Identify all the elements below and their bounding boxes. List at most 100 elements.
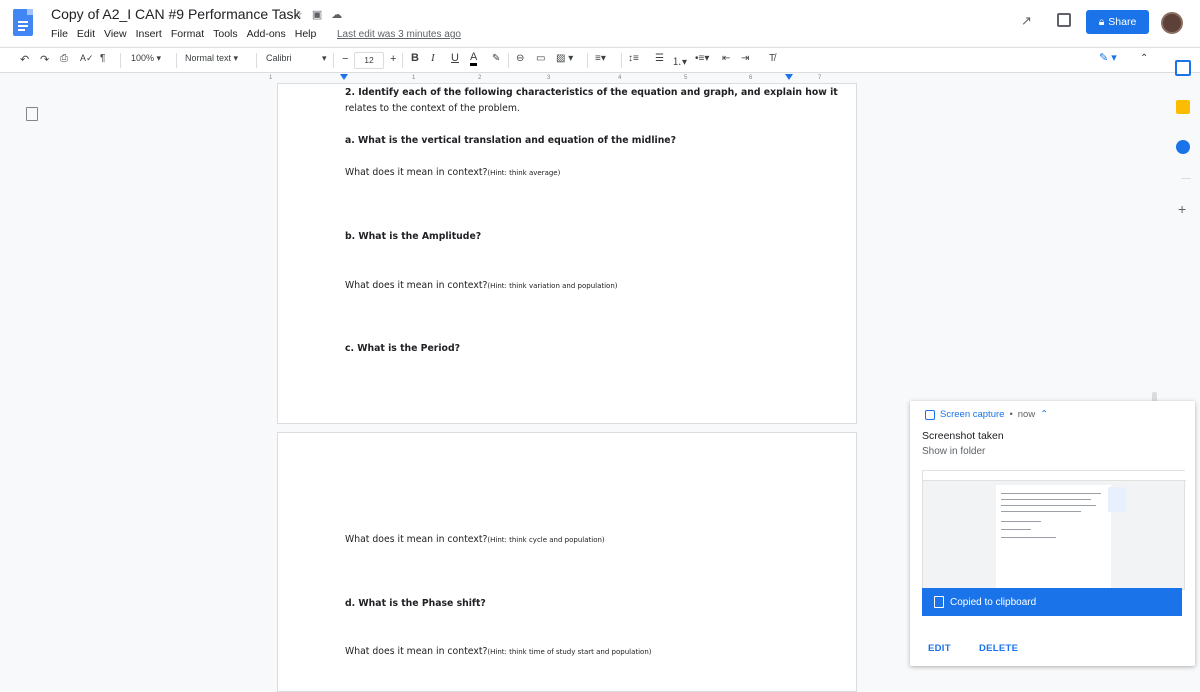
- decrease-font-size-icon[interactable]: −: [342, 53, 348, 65]
- notification-header: Screen capture • now ⌃: [925, 409, 1048, 420]
- cloud-status-icon[interactable]: ☁: [331, 8, 342, 21]
- question-a: a. What is the vertical translation and …: [345, 135, 677, 146]
- context-line-d: What does it mean in context?(Hint: thin…: [345, 646, 652, 657]
- undo-icon[interactable]: ↶: [20, 53, 29, 66]
- collapse-menu-icon[interactable]: ⌃: [1140, 53, 1148, 64]
- toolbar-divider: [333, 53, 334, 68]
- clear-formatting-icon[interactable]: T̸: [769, 53, 775, 64]
- line-spacing-icon[interactable]: ↕≡: [628, 53, 639, 64]
- calendar-icon[interactable]: [1175, 60, 1191, 76]
- paint-format-icon[interactable]: ¶: [100, 53, 105, 64]
- thumbnail-text-line: [1001, 505, 1096, 506]
- notification-title: Screenshot taken: [922, 430, 1004, 442]
- numbered-list-icon[interactable]: ⒈▾: [672, 53, 687, 68]
- font-select[interactable]: Calibri: [266, 53, 292, 63]
- text-color-button[interactable]: A: [470, 52, 478, 66]
- right-indent-marker[interactable]: [785, 74, 793, 80]
- menu-bar: File Edit View Insert Format Tools Add-o…: [51, 28, 316, 40]
- menu-edit[interactable]: Edit: [77, 28, 95, 40]
- hint-d: (Hint: think time of study start and pop…: [487, 648, 652, 656]
- thumbnail-text-line: [1001, 499, 1091, 500]
- bulleted-list-icon[interactable]: •≡▾: [695, 53, 709, 64]
- link-icon[interactable]: ⊖: [516, 53, 524, 64]
- delete-button[interactable]: DELETE: [979, 643, 1018, 654]
- highlight-icon[interactable]: ✎: [492, 53, 500, 64]
- insert-image-icon[interactable]: ▨ ▾: [556, 53, 573, 64]
- ruler-mark: 4: [618, 75, 622, 81]
- style-select[interactable]: Normal text ▾: [185, 53, 238, 64]
- add-on-plus-icon[interactable]: +: [1178, 201, 1186, 217]
- move-folder-icon[interactable]: ▣: [312, 8, 322, 21]
- toolbar-divider: [508, 53, 509, 68]
- chevron-down-icon[interactable]: ▾: [322, 53, 327, 64]
- spellcheck-icon[interactable]: A✓: [80, 53, 94, 64]
- menu-insert[interactable]: Insert: [136, 28, 162, 40]
- edit-button[interactable]: EDIT: [928, 643, 951, 654]
- keep-icon[interactable]: [1176, 100, 1190, 114]
- menu-tools[interactable]: Tools: [213, 28, 238, 40]
- font-size-input[interactable]: 12: [354, 52, 384, 69]
- zoom-select[interactable]: 100% ▾: [131, 53, 161, 64]
- menu-file[interactable]: File: [51, 28, 68, 40]
- menu-format[interactable]: Format: [171, 28, 204, 40]
- context-line-a: What does it mean in context?(Hint: thin…: [345, 167, 561, 178]
- activity-dashboard-icon[interactable]: ↗: [1021, 13, 1032, 29]
- docs-logo-icon[interactable]: [13, 9, 33, 36]
- print-icon[interactable]: ⎙: [60, 53, 68, 64]
- star-icon[interactable]: ☆: [293, 8, 303, 21]
- hint-a: (Hint: think average): [487, 169, 561, 177]
- screen-capture-notification: Screen capture • now ⌃ Screenshot taken …: [910, 401, 1195, 666]
- left-indent-marker[interactable]: [340, 74, 348, 80]
- toolbar-divider: [587, 53, 588, 68]
- title-icons: ☆ ▣ ☁: [293, 8, 342, 21]
- italic-button[interactable]: I: [431, 52, 435, 64]
- question-2-line-1: 2. Identify each of the following charac…: [345, 87, 838, 98]
- underline-button[interactable]: U: [451, 52, 459, 64]
- thumbnail-text-line: [1001, 521, 1041, 522]
- context-line-b: What does it mean in context?(Hint: thin…: [345, 280, 618, 291]
- clipboard-icon: [934, 596, 944, 608]
- account-avatar[interactable]: [1161, 12, 1183, 34]
- copied-to-clipboard-banner: Copied to clipboard: [922, 588, 1182, 616]
- align-icon[interactable]: ≡▾: [595, 53, 606, 64]
- thumbnail-notification: [1108, 487, 1126, 512]
- style-value: Normal text: [185, 53, 232, 63]
- add-comment-icon[interactable]: ▭: [536, 53, 545, 64]
- top-bar: Copy of A2_I CAN #9 Performance Task ☆ ▣…: [0, 0, 1200, 46]
- increase-indent-icon[interactable]: ⇥: [741, 53, 749, 64]
- question-2-line-2: relates to the context of the problem.: [345, 103, 520, 114]
- comment-history-icon[interactable]: [1057, 13, 1071, 27]
- last-edit-link[interactable]: Last edit was 3 minutes ago: [337, 29, 461, 40]
- side-panel-divider: [1181, 178, 1191, 179]
- chevron-down-icon: ▾: [156, 53, 162, 63]
- ruler-mark: 1: [412, 75, 416, 81]
- thumbnail-text-line: [1001, 529, 1031, 530]
- editing-mode-pencil-icon[interactable]: ✎ ▾: [1099, 51, 1117, 64]
- share-button[interactable]: 🔒︎ Share: [1086, 10, 1149, 34]
- copied-label: Copied to clipboard: [950, 596, 1037, 608]
- formatting-toolbar: ↶ ↷ ⎙ A✓ ¶ 100% ▾ Normal text ▾ Calibri …: [0, 47, 1200, 73]
- toolbar-divider: [402, 53, 403, 68]
- tasks-icon[interactable]: [1176, 140, 1190, 154]
- document-outline-icon[interactable]: [26, 107, 38, 121]
- increase-font-size-icon[interactable]: +: [390, 53, 396, 65]
- thumbnail-text-line: [1001, 511, 1081, 512]
- menu-view[interactable]: View: [104, 28, 127, 40]
- notification-app-name: Screen capture: [940, 409, 1005, 420]
- toolbar-divider: [120, 53, 121, 68]
- menu-add-ons[interactable]: Add-ons: [247, 28, 286, 40]
- document-title[interactable]: Copy of A2_I CAN #9 Performance Task: [51, 6, 301, 22]
- bold-button[interactable]: B: [411, 52, 419, 64]
- chevron-up-icon[interactable]: ⌃: [1040, 409, 1048, 420]
- show-in-folder-link[interactable]: Show in folder: [922, 446, 985, 457]
- lock-icon: 🔒︎: [1098, 15, 1105, 28]
- redo-icon[interactable]: ↷: [40, 53, 49, 66]
- screenshot-thumbnail[interactable]: [922, 470, 1186, 591]
- ruler-mark: 6: [749, 75, 753, 81]
- menu-help[interactable]: Help: [295, 28, 317, 40]
- ruler-mark: 1: [269, 75, 273, 81]
- font-value: Calibri: [266, 53, 292, 63]
- checklist-icon[interactable]: ☰: [655, 53, 664, 64]
- question-d: d. What is the Phase shift?: [345, 598, 486, 609]
- decrease-indent-icon[interactable]: ⇤: [722, 53, 730, 64]
